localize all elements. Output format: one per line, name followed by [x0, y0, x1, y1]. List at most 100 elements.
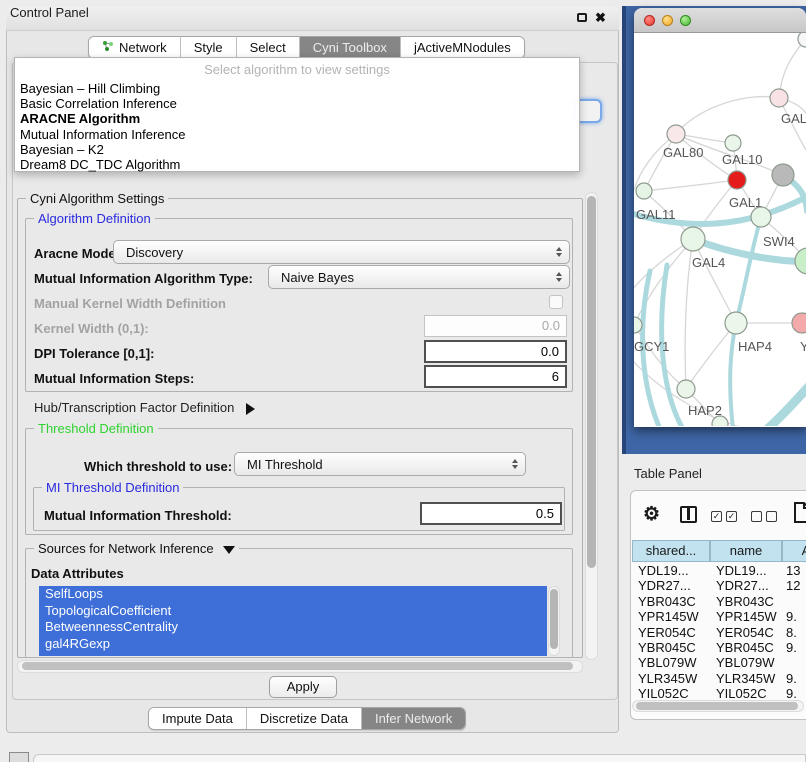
select-all-checkbox-icon[interactable]: ✓	[726, 511, 737, 522]
tab-label: Style	[194, 37, 223, 59]
attribute-item[interactable]: TopologicalCoefficient	[39, 603, 547, 620]
manual-kernel-width-checkbox[interactable]	[549, 295, 563, 309]
network-node-gal4[interactable]	[681, 227, 705, 251]
attribute-item[interactable]: gal4RGexp	[39, 636, 547, 653]
network-window-titlebar[interactable]	[634, 8, 806, 33]
table-cell: YBL079W	[638, 655, 697, 670]
table-row[interactable]: YDR27...YDR27...12	[632, 578, 806, 593]
deselect-checkbox-icon[interactable]	[766, 511, 777, 522]
mi-threshold-input[interactable]: 0.5	[420, 502, 562, 525]
algorithm-option[interactable]: ARACNE Algorithm	[15, 111, 579, 126]
network-node[interactable]	[772, 164, 794, 186]
tab-style[interactable]: Style	[181, 37, 237, 58]
algorithm-option[interactable]: Dream8 DC_TDC Algorithm	[15, 157, 579, 172]
network-edge	[644, 134, 676, 191]
control-panel-titlebar[interactable]	[6, 7, 619, 31]
tab-cyni-toolbox[interactable]: Cyni Toolbox	[300, 37, 401, 58]
network-node-gal11[interactable]	[636, 183, 652, 199]
tab-infer-network[interactable]: Infer Network	[362, 708, 465, 729]
tab-jactivemnodules[interactable]: jActiveMNodules	[401, 37, 524, 58]
algorithm-option[interactable]: Basic Correlation Inference	[15, 96, 579, 111]
dpi-tolerance-input[interactable]: 0.0	[424, 340, 567, 363]
attribute-item[interactable]: BetweennessCentrality	[39, 619, 547, 636]
table-row[interactable]: YER054CYER054C8.	[632, 625, 806, 640]
expand-arrow-icon	[223, 546, 235, 554]
sources-group-title[interactable]: Sources for Network Inference	[34, 541, 239, 556]
float-panel-icon[interactable]	[577, 13, 587, 22]
stepper-arrows-icon	[512, 459, 518, 469]
algorithm-dropdown-prompt[interactable]: Select algorithm to view settings	[15, 58, 579, 81]
scrollbar-thumb[interactable]	[636, 702, 798, 710]
network-node[interactable]	[798, 33, 806, 47]
tab-label: Cyni Toolbox	[313, 37, 387, 59]
deselect-checkbox-icon[interactable]	[751, 511, 762, 522]
network-node-hap4[interactable]	[725, 312, 747, 334]
which-threshold-select[interactable]: MI Threshold	[234, 452, 526, 476]
table-cell: YDR27...	[716, 578, 769, 593]
network-node-hap2[interactable]	[677, 380, 695, 398]
aracne-mode-select[interactable]: Discovery	[113, 240, 570, 264]
apply-button[interactable]: Apply	[269, 676, 337, 698]
table-cell: YLR345W	[638, 671, 697, 686]
mi-algorithm-type-select[interactable]: Naive Bayes	[268, 265, 570, 289]
network-node-gal10[interactable]	[725, 135, 741, 151]
table-header-partial[interactable]: A	[782, 540, 806, 562]
network-node-swi4[interactable]	[751, 207, 771, 227]
select-all-checkbox-icon[interactable]: ✓	[711, 511, 722, 522]
tab-label: jActiveMNodules	[414, 37, 511, 59]
tab-discretize-data[interactable]: Discretize Data	[247, 708, 362, 729]
kernel-width-input[interactable]: 0.0	[424, 315, 567, 337]
network-icon	[102, 37, 114, 59]
table-cell: YER054C	[716, 625, 774, 640]
table-horizontal-scrollbar[interactable]	[632, 700, 804, 712]
table-row[interactable]: YBR045CYBR045C9.	[632, 640, 806, 655]
table-header-shared-name[interactable]: shared...	[632, 540, 710, 562]
table-row[interactable]: YLR345WYLR345W9.	[632, 671, 806, 686]
gear-icon[interactable]: ⚙	[643, 503, 660, 526]
columns-icon[interactable]	[680, 506, 697, 523]
close-window-icon[interactable]	[644, 15, 655, 26]
settings-horizontal-scrollbar[interactable]	[17, 660, 583, 673]
tab-select[interactable]: Select	[237, 37, 300, 58]
network-node-gal1[interactable]	[728, 171, 746, 189]
tab-impute-data[interactable]: Impute Data	[149, 708, 247, 729]
table-cell: YDL19...	[638, 563, 689, 578]
table-cell: YLR345W	[716, 671, 775, 686]
algorithm-option[interactable]: Bayesian – Hill Climbing	[15, 81, 579, 96]
network-node-y[interactable]	[792, 313, 806, 333]
mi-threshold-definition-title: MI Threshold Definition	[42, 480, 183, 495]
new-file-icon[interactable]	[793, 501, 806, 524]
table-cell: YIL052C	[638, 686, 689, 701]
hub-section-toggle[interactable]: Hub/Transcription Factor Definition	[34, 400, 255, 415]
tab-network[interactable]: Network	[89, 37, 181, 58]
network-canvas[interactable]: GALGAL80GAL10GAL1GAL11SWI4GAL4GCY1HAP4YH…	[634, 33, 806, 426]
mi-steps-input[interactable]: 6	[424, 365, 567, 388]
attributes-list-scrollbar[interactable]	[548, 586, 560, 656]
network-window: GALGAL80GAL10GAL1GAL11SWI4GAL4GCY1HAP4YH…	[634, 8, 806, 427]
minimize-window-icon[interactable]	[662, 15, 673, 26]
scrollbar-thumb[interactable]	[22, 662, 573, 670]
which-threshold-value: MI Threshold	[247, 457, 323, 472]
table-row[interactable]: YBR043CYBR043C	[632, 594, 806, 609]
table-row[interactable]: YPR145WYPR145W9.	[632, 609, 806, 624]
settings-vertical-scrollbar[interactable]	[585, 192, 598, 660]
table-header-name[interactable]: name	[710, 540, 782, 562]
algorithm-option[interactable]: Bayesian – K2	[15, 142, 579, 157]
minimized-panel-icon[interactable]	[9, 752, 29, 762]
tab-label: Discretize Data	[260, 708, 348, 730]
algorithm-option[interactable]: Mutual Information Inference	[15, 127, 579, 142]
close-panel-icon[interactable]: ✖	[595, 10, 606, 26]
attribute-item[interactable]: SelfLoops	[39, 586, 547, 603]
mi-steps-label: Mutual Information Steps:	[34, 371, 194, 386]
table-row[interactable]: YDL19...YDL19...13	[632, 563, 806, 578]
zoom-window-icon[interactable]	[680, 15, 691, 26]
scrollbar-thumb[interactable]	[550, 589, 558, 649]
network-node-gal80[interactable]	[667, 125, 685, 143]
network-node-gal[interactable]	[770, 89, 788, 107]
network-edge	[779, 39, 806, 98]
network-node[interactable]	[795, 248, 806, 274]
scrollbar-thumb[interactable]	[587, 196, 596, 568]
network-node[interactable]	[712, 416, 728, 426]
table-row[interactable]: YBL079WYBL079W	[632, 655, 806, 670]
data-attributes-list[interactable]: SelfLoopsTopologicalCoefficientBetweenne…	[39, 586, 547, 656]
